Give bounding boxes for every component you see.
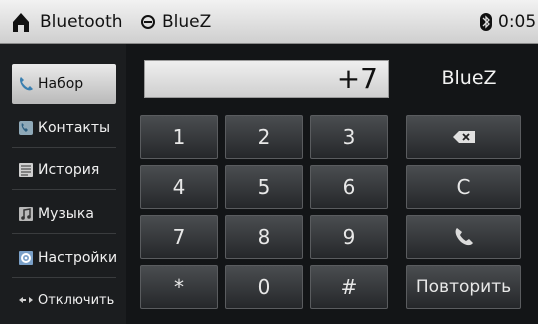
redial-button[interactable]: Повторить bbox=[406, 265, 521, 309]
sidebar-item-contacts[interactable]: Контакты bbox=[12, 108, 116, 148]
sidebar-item-settings[interactable]: Настройки bbox=[12, 238, 118, 278]
key-2[interactable]: 2 bbox=[225, 115, 303, 159]
clear-button[interactable]: C bbox=[406, 165, 521, 209]
sidebar-item-music[interactable]: Музыка bbox=[12, 194, 116, 234]
sidebar-item-label: Набор bbox=[38, 76, 84, 92]
settings-icon bbox=[19, 250, 33, 265]
key-star[interactable]: * bbox=[140, 265, 218, 309]
status-title: Bluetooth bbox=[40, 12, 123, 32]
sidebar-item-label: Отключить bbox=[38, 292, 115, 308]
history-icon bbox=[19, 162, 33, 177]
dialer-panel: +7 BlueZ 1 2 3 4 5 6 7 8 9 * 0 # C Повто… bbox=[126, 44, 538, 324]
status-bar: Bluetooth BlueZ 0:05 bbox=[0, 0, 538, 44]
home-icon[interactable] bbox=[12, 12, 30, 32]
key-0[interactable]: 0 bbox=[225, 265, 303, 309]
disconnect-icon bbox=[19, 297, 33, 303]
number-display[interactable]: +7 bbox=[144, 60, 389, 98]
contacts-icon bbox=[19, 120, 33, 135]
status-app-name: BlueZ bbox=[162, 12, 212, 32]
music-icon bbox=[19, 206, 33, 221]
sidebar-item-label: История bbox=[38, 161, 100, 178]
key-5[interactable]: 5 bbox=[225, 165, 303, 209]
connection-circle-icon bbox=[141, 15, 155, 29]
sidebar-item-dial[interactable]: Набор bbox=[12, 64, 116, 104]
phone-icon bbox=[455, 228, 473, 246]
key-7[interactable]: 7 bbox=[140, 215, 218, 259]
device-name: BlueZ bbox=[441, 67, 497, 89]
key-9[interactable]: 9 bbox=[310, 215, 388, 259]
backspace-icon bbox=[452, 131, 475, 143]
sidebar: Набор Контакты История Музыка Настройки … bbox=[0, 44, 126, 324]
bluetooth-phone-screen: Bluetooth BlueZ 0:05 Набор Контакты Исто… bbox=[0, 0, 538, 324]
phone-icon bbox=[20, 77, 33, 91]
key-1[interactable]: 1 bbox=[140, 115, 218, 159]
status-clock: 0:05 bbox=[498, 12, 537, 32]
sidebar-item-label: Настройки bbox=[38, 249, 118, 266]
key-3[interactable]: 3 bbox=[310, 115, 388, 159]
bluetooth-icon bbox=[480, 13, 492, 31]
key-8[interactable]: 8 bbox=[225, 215, 303, 259]
call-button[interactable] bbox=[406, 215, 521, 259]
sidebar-item-label: Музыка bbox=[38, 205, 94, 222]
key-4[interactable]: 4 bbox=[140, 165, 218, 209]
sidebar-item-label: Контакты bbox=[38, 119, 111, 136]
key-hash[interactable]: # bbox=[310, 265, 388, 309]
sidebar-item-disconnect[interactable]: Отключить bbox=[12, 280, 116, 320]
key-6[interactable]: 6 bbox=[310, 165, 388, 209]
sidebar-item-history[interactable]: История bbox=[12, 150, 116, 190]
backspace-button[interactable] bbox=[406, 115, 521, 159]
